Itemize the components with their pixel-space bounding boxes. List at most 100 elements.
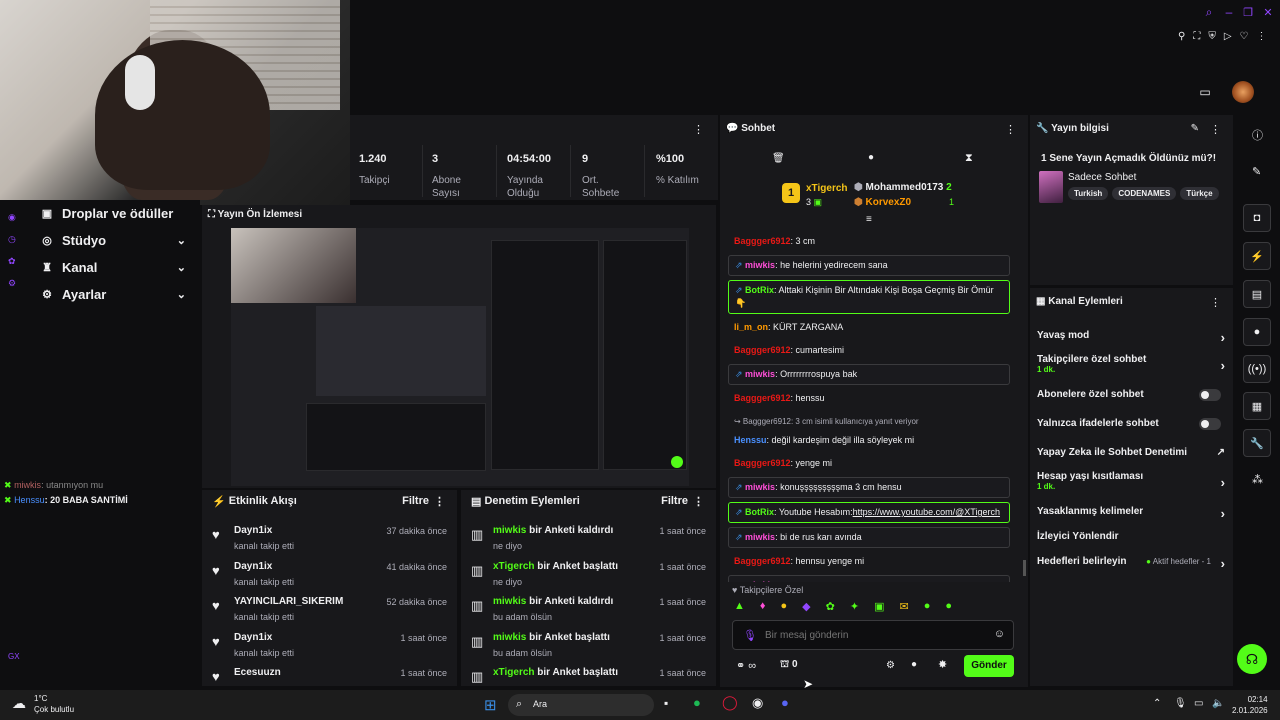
stream-category[interactable]: Sadece Sohbet <box>1068 172 1136 183</box>
chat-username[interactable]: Baggger6912 <box>734 556 791 566</box>
taskbar-search[interactable]: ⌕ Ara <box>508 694 654 716</box>
connection-icon[interactable]: ⚭ ∞ <box>736 659 756 672</box>
moderation-user[interactable]: miwkis <box>493 525 526 536</box>
emote-icon[interactable]: ♦ <box>760 600 766 613</box>
actions-more-icon[interactable]: ⋮ <box>1210 296 1221 309</box>
moderation-user[interactable]: xTigerch <box>493 561 535 572</box>
emoji-icon[interactable]: ☺ <box>994 628 1005 640</box>
action-ai-moderation[interactable]: Yapay Zeka ile Sohbet Denetimi ↗ <box>1037 447 1225 458</box>
action-followers-only[interactable]: Takipçilere özel sohbet 1 dk. › <box>1037 354 1225 374</box>
emote-icon[interactable]: ✦ <box>850 600 859 613</box>
chat-icon[interactable]: ● <box>1243 318 1271 346</box>
emote-icon[interactable]: ▣ <box>874 600 884 613</box>
layout-icon[interactable]: ▦ <box>1243 392 1271 420</box>
bolt-icon[interactable]: ⚡ <box>1243 242 1271 270</box>
play-icon[interactable]: ▷ <box>1224 31 1232 42</box>
chat-username[interactable]: miwkis <box>745 580 775 582</box>
nav-item-channel[interactable]: ♜ Kanal ⌄ <box>0 254 200 281</box>
chat-username[interactable]: BotRix <box>745 507 774 517</box>
action-account-age[interactable]: Hesap yaşı kısıtlaması 1 dk. › <box>1037 471 1225 491</box>
send-button[interactable]: Gönder <box>964 655 1014 677</box>
chat-username[interactable]: miwkis <box>745 532 775 542</box>
moderation-more-icon[interactable]: ⋮ <box>693 495 704 508</box>
chat-link[interactable]: https://www.youtube.com/@XTigerch <box>853 507 1000 517</box>
pencil-icon[interactable]: ✎ <box>1252 165 1261 178</box>
chat-bubble-icon[interactable]: ● <box>868 152 874 163</box>
emote-icon[interactable]: ✉ <box>899 600 908 613</box>
settings-icon[interactable]: ⚙ <box>886 660 895 671</box>
task-view-icon[interactable]: ▪ <box>664 696 668 710</box>
emote-icon[interactable]: ▲ <box>734 600 745 613</box>
emote-icon[interactable]: ● <box>781 600 788 613</box>
chat-input[interactable] <box>765 627 985 643</box>
volume-icon[interactable]: 🔈 <box>1212 698 1224 709</box>
camera-icon[interactable]: ◘ <box>1243 204 1271 232</box>
tray-chevron-up-icon[interactable]: ⌃ <box>1153 698 1161 709</box>
chat-username[interactable]: li_m_on <box>734 322 768 332</box>
collapse-icon[interactable]: ≡ <box>866 214 872 225</box>
heart-icon[interactable]: ♡ <box>1240 31 1249 42</box>
wrench-icon[interactable]: 🔧 <box>1243 429 1271 457</box>
emote-icon[interactable]: ◆ <box>802 600 810 613</box>
tag[interactable]: Türkçe <box>1180 187 1219 200</box>
opera-gx-icon[interactable]: ◯ <box>722 694 738 711</box>
chat-username[interactable]: Baggger6912 <box>734 345 791 355</box>
tag[interactable]: Turkish <box>1068 187 1109 200</box>
pin-icon[interactable]: ⚲ <box>1178 31 1185 42</box>
document-icon[interactable]: ▤ <box>1243 280 1271 308</box>
chat-icon[interactable]: ● <box>911 659 917 670</box>
trash-icon[interactable]: 🗑 <box>772 153 785 164</box>
leader-name[interactable]: Mohammed0173 <box>866 182 944 193</box>
spotify-icon[interactable]: ● <box>693 695 701 710</box>
hourglass-icon[interactable]: ⧗ <box>965 152 973 165</box>
maximize-icon[interactable]: ❐ <box>1241 4 1255 20</box>
category-thumbnail[interactable] <box>1039 171 1063 203</box>
avatar[interactable] <box>1232 81 1254 103</box>
nav-item-studio[interactable]: ◎ Stüdyo ⌄ <box>0 227 200 254</box>
nav-item-settings[interactable]: ⚙ Ayarlar ⌄ <box>0 281 200 308</box>
info-icon[interactable]: ⓘ <box>1252 127 1263 143</box>
chat-username[interactable]: BotRix <box>745 285 774 295</box>
moderation-user[interactable]: miwkis <box>493 596 526 607</box>
leader-name[interactable]: KorvexZ0 <box>866 197 912 208</box>
chat-username[interactable]: Baggger6912 <box>734 458 791 468</box>
action-goals[interactable]: Hedefleri belirleyin ● Aktif hedefler - 1… <box>1037 556 1225 571</box>
activity-filter-button[interactable]: Filtre <box>402 495 429 507</box>
more-icon[interactable]: ⋮ <box>1257 31 1267 42</box>
chat-username[interactable]: miwkis <box>745 482 775 492</box>
mic-icon[interactable]: 🎙 <box>743 629 757 642</box>
badge-icon[interactable]: ✸ <box>938 658 947 671</box>
info-more-icon[interactable]: ⋮ <box>1210 123 1221 136</box>
support-icon[interactable]: ☊ <box>1237 644 1267 674</box>
emote-icon[interactable]: ● <box>924 600 931 613</box>
windows-start-icon[interactable]: ⊞ <box>484 696 497 714</box>
search-icon[interactable]: ⌕ <box>1202 4 1216 20</box>
clock[interactable]: 02:14 2.01.2026 <box>1232 694 1268 716</box>
action-banned-words[interactable]: Yasaklanmış kelimeler › <box>1037 506 1225 521</box>
steam-icon[interactable]: ◉ <box>752 695 763 711</box>
chat-username[interactable]: Henssu <box>734 435 767 445</box>
activity-more-icon[interactable]: ⋮ <box>434 495 445 508</box>
emotes-only-toggle[interactable] <box>1199 418 1221 430</box>
close-icon[interactable]: ✕ <box>1261 4 1275 20</box>
minimize-icon[interactable]: – <box>1222 4 1236 20</box>
moderation-user[interactable]: miwkis <box>493 632 526 643</box>
weather-icon[interactable]: ☁ <box>12 695 26 712</box>
chat-username[interactable]: miwkis <box>745 369 775 379</box>
subscribers-only-toggle[interactable] <box>1199 389 1221 401</box>
emote-icon[interactable]: ● <box>945 600 952 613</box>
action-slow-mode[interactable]: Yavaş mod › <box>1037 330 1225 345</box>
pencil-icon[interactable]: ✎ <box>1191 123 1199 134</box>
action-raid[interactable]: İzleyici Yönlendir <box>1037 531 1225 542</box>
broadcast-icon[interactable]: ((•)) <box>1243 355 1271 383</box>
chat-username[interactable]: miwkis <box>745 260 775 270</box>
grid-icon[interactable]: ⁂ <box>1252 473 1263 486</box>
nav-item-drops[interactable]: ▣ Droplar ve ödüller <box>0 200 200 227</box>
tag[interactable]: CODENAMES <box>1112 187 1177 200</box>
stats-more-icon[interactable]: ⋮ <box>693 123 704 136</box>
preview-video[interactable] <box>231 228 689 486</box>
mic-icon[interactable]: 🎙 <box>1174 698 1187 709</box>
points-wrap[interactable]: ⛫ 0 <box>780 659 798 672</box>
leader-name[interactable]: xTigerch <box>806 183 848 194</box>
shield-icon[interactable]: ⛨ <box>1208 31 1216 42</box>
